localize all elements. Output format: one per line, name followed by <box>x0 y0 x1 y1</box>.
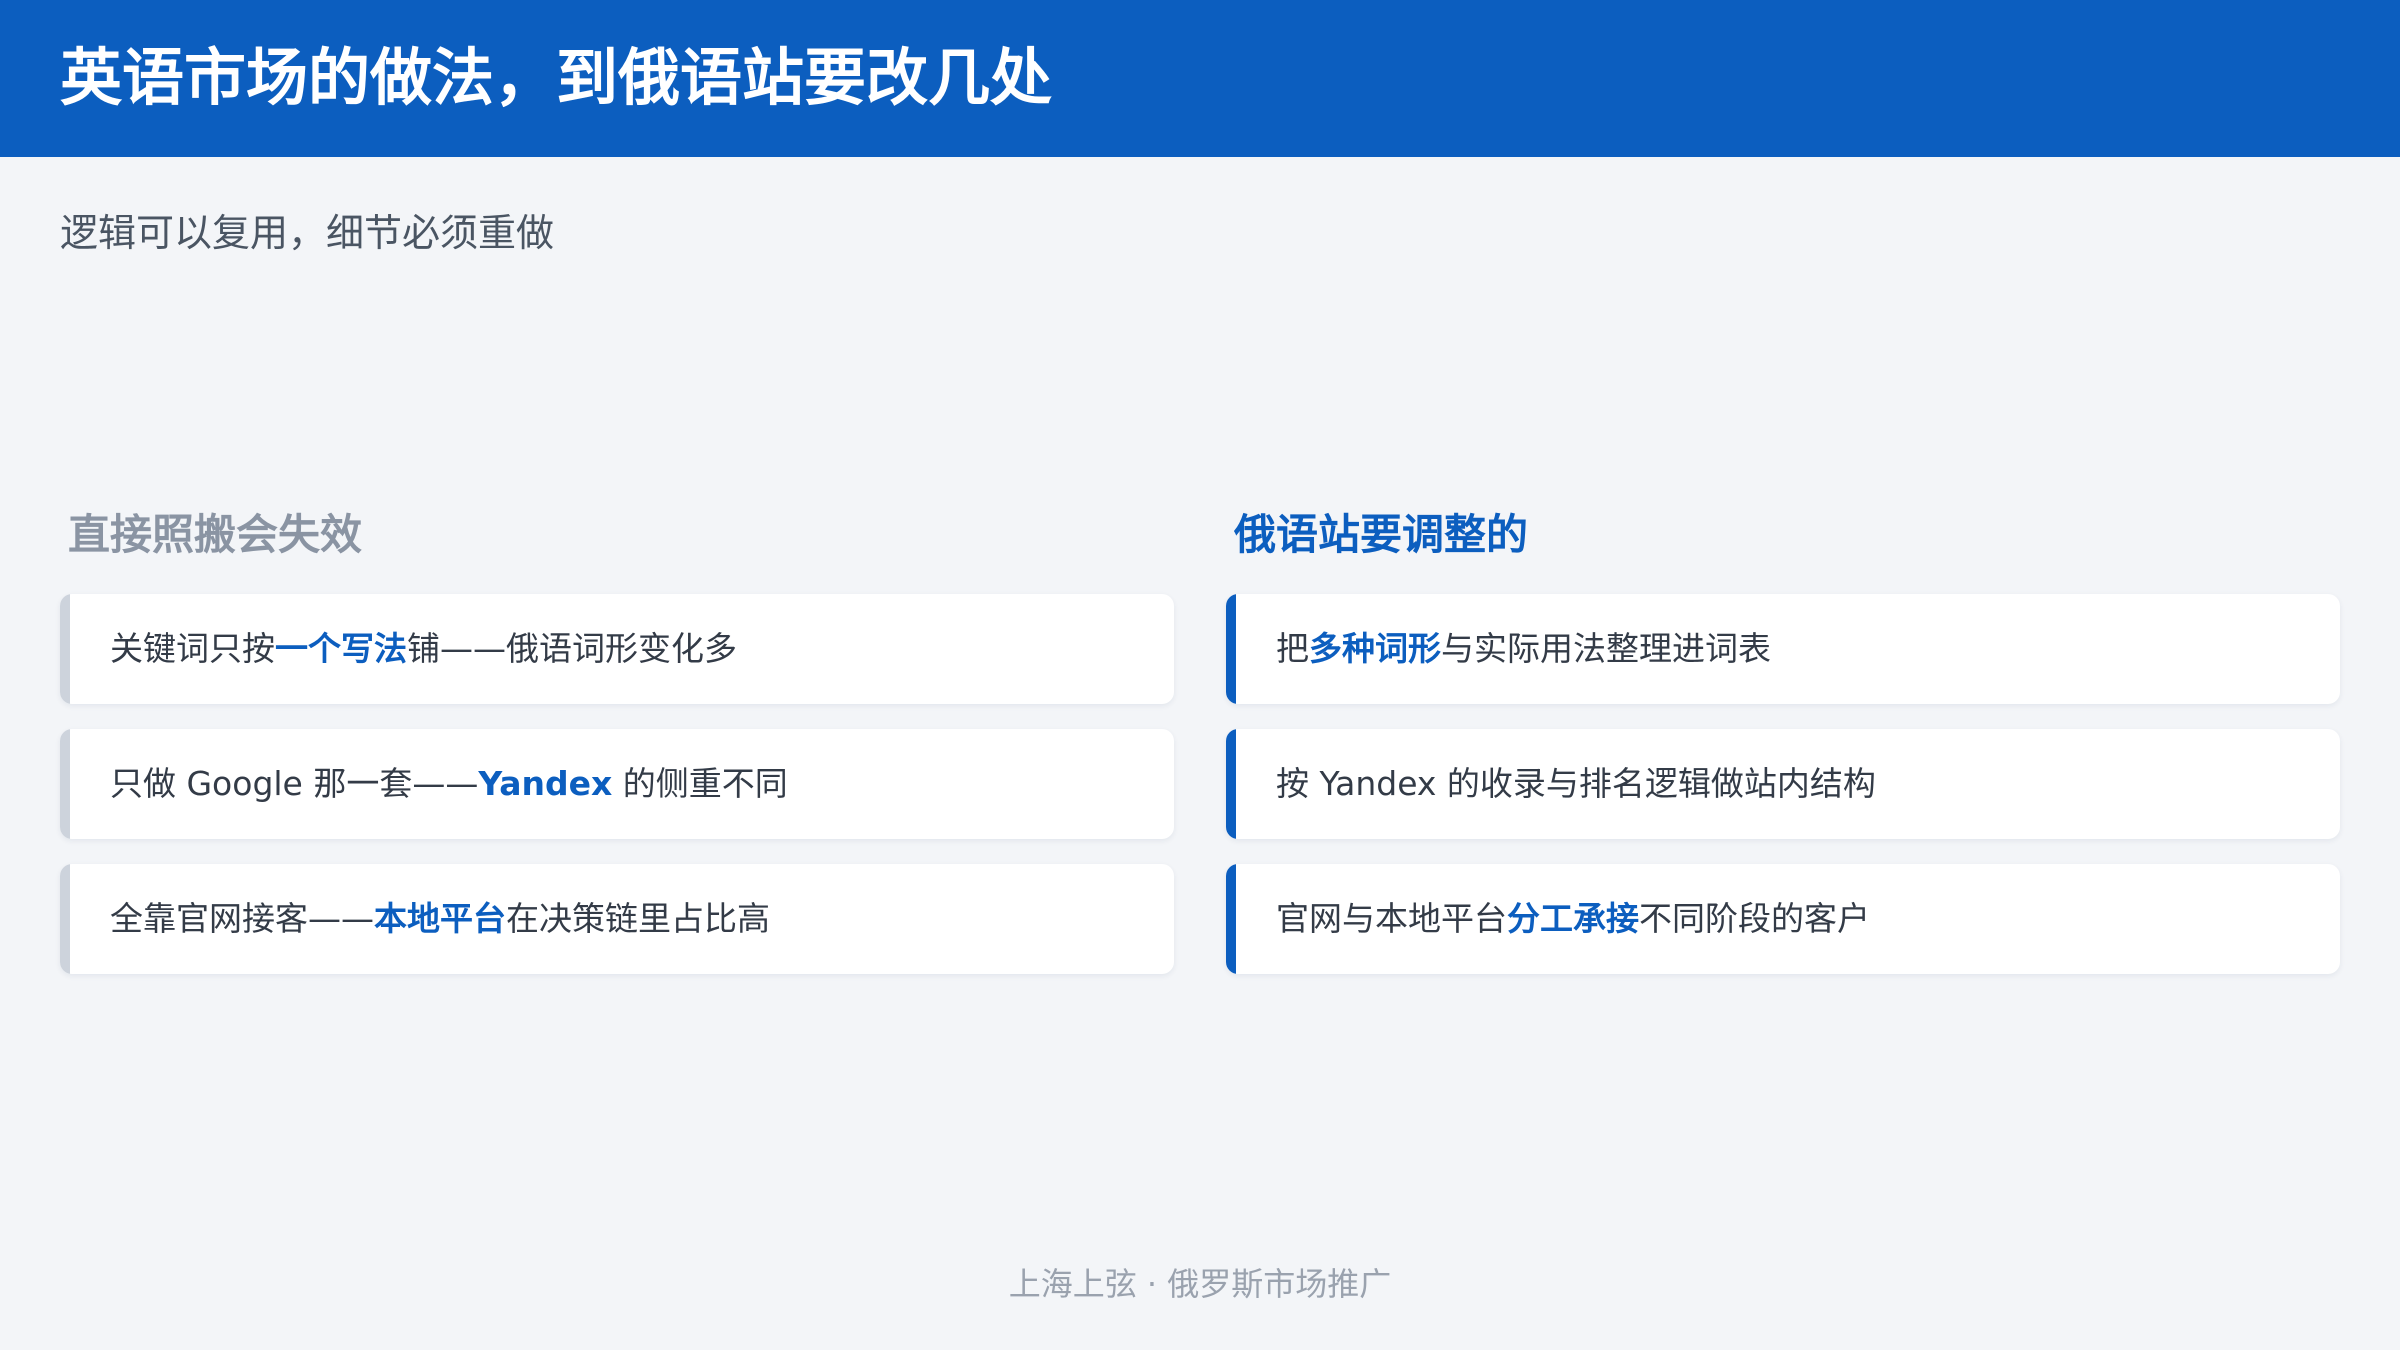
card-text: 按 Yandex 的收录与排名逻辑做站内结构 <box>1276 729 1876 839</box>
card-text: 把多种词形与实际用法整理进词表 <box>1276 594 1771 704</box>
card-text-post: 与实际用法整理进词表 <box>1441 629 1771 668</box>
left-column-heading: 直接照搬会失效 <box>68 510 363 559</box>
card-text: 全靠官网接客——本地平台在决策链里占比高 <box>110 864 770 974</box>
slide-title: 英语市场的做法，到俄语站要改几处 <box>60 41 1053 114</box>
left-card-3: 全靠官网接客——本地平台在决策链里占比高 <box>60 864 1174 974</box>
slide: 英语市场的做法，到俄语站要改几处 逻辑可以复用，细节必须重做 直接照搬会失效 关… <box>0 0 2400 1350</box>
card-text: 只做 Google 那一套——Yandex 的侧重不同 <box>110 729 788 839</box>
right-card-1: 把多种词形与实际用法整理进词表 <box>1226 594 2340 704</box>
right-column-heading: 俄语站要调整的 <box>1234 510 1529 559</box>
card-accent-bar <box>60 864 70 974</box>
card-text-post: 不同阶段的客户 <box>1639 899 1870 938</box>
title-bar: 英语市场的做法，到俄语站要改几处 <box>0 0 2400 157</box>
card-text-pre: 把 <box>1276 629 1309 668</box>
left-card-2: 只做 Google 那一套——Yandex 的侧重不同 <box>60 729 1174 839</box>
card-text-pre: 关键词只按 <box>110 629 275 668</box>
left-column: 直接照搬会失效 关键词只按一个写法铺——俄语词形变化多 只做 Google 那一… <box>60 500 1174 999</box>
card-text: 官网与本地平台分工承接不同阶段的客户 <box>1276 864 1870 974</box>
card-accent-bar <box>1226 594 1236 704</box>
card-text-pre: 全靠官网接客—— <box>110 899 374 938</box>
card-text-post: 在决策链里占比高 <box>506 899 770 938</box>
right-card-2: 按 Yandex 的收录与排名逻辑做站内结构 <box>1226 729 2340 839</box>
card-text-pre: 按 Yandex 的收录与排名逻辑做站内结构 <box>1276 764 1876 803</box>
card-text-highlight: 分工承接 <box>1507 899 1639 938</box>
card-text-highlight: 一个写法 <box>275 629 407 668</box>
left-card-1: 关键词只按一个写法铺——俄语词形变化多 <box>60 594 1174 704</box>
footer-credit: 上海上弦 · 俄罗斯市场推广 <box>1008 1265 1392 1303</box>
card-text-pre: 只做 Google 那一套—— <box>110 764 479 803</box>
card-text-highlight: 多种词形 <box>1309 629 1441 668</box>
card-accent-bar <box>60 729 70 839</box>
slide-subtitle: 逻辑可以复用，细节必须重做 <box>60 211 555 255</box>
card-accent-bar <box>60 594 70 704</box>
card-accent-bar <box>1226 729 1236 839</box>
right-card-3: 官网与本地平台分工承接不同阶段的客户 <box>1226 864 2340 974</box>
card-text-highlight: 本地平台 <box>374 899 506 938</box>
right-column: 俄语站要调整的 把多种词形与实际用法整理进词表 按 Yandex 的收录与排名逻… <box>1226 500 2340 999</box>
card-text-post: 的侧重不同 <box>612 764 788 803</box>
card-text: 关键词只按一个写法铺——俄语词形变化多 <box>110 594 737 704</box>
card-accent-bar <box>1226 864 1236 974</box>
card-text-pre: 官网与本地平台 <box>1276 899 1507 938</box>
card-text-highlight: Yandex <box>478 764 613 803</box>
card-text-post: 铺——俄语词形变化多 <box>407 629 737 668</box>
